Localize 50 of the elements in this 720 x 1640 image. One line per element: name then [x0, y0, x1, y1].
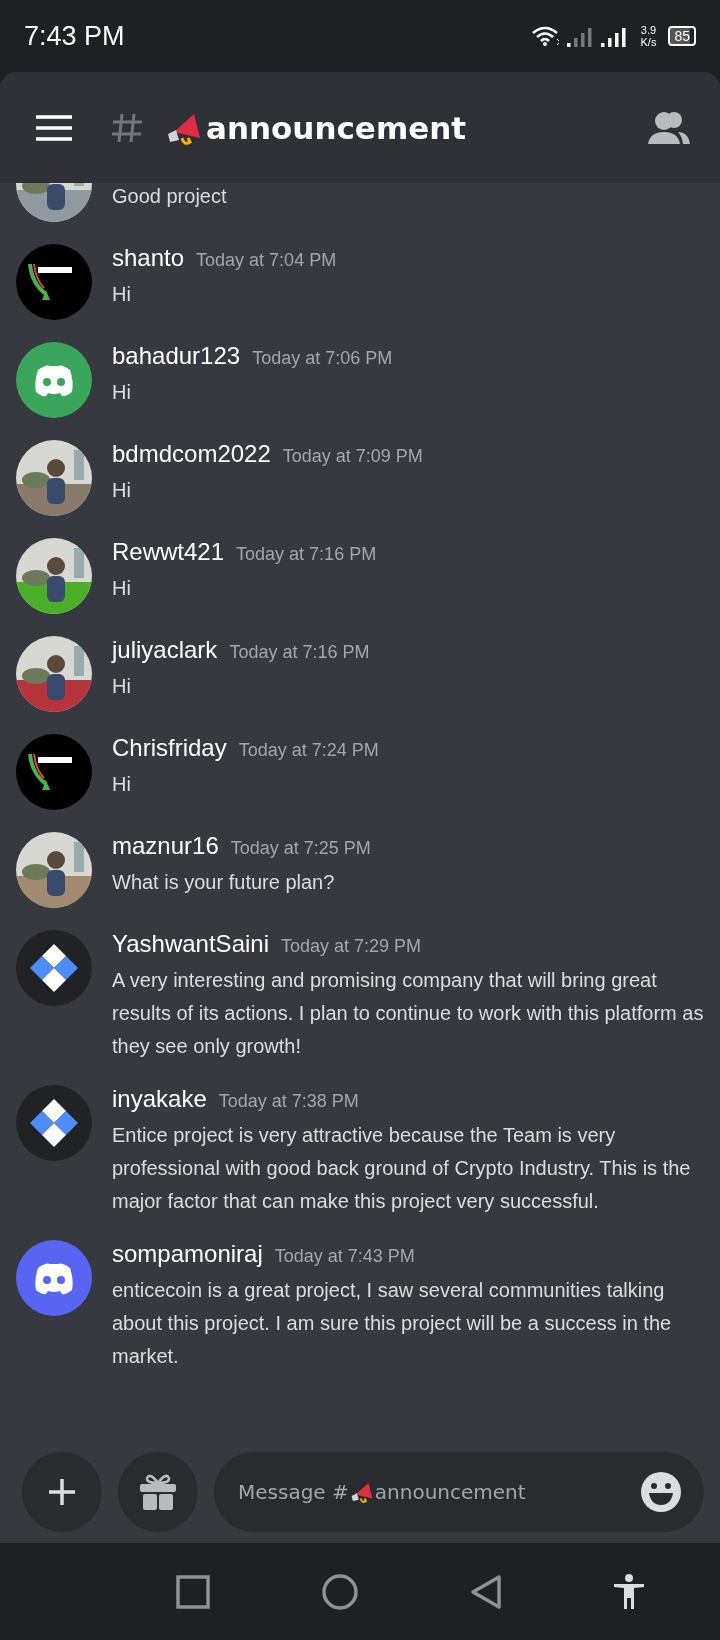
- message-text: Good project: [112, 184, 228, 209]
- username[interactable]: bahadur123: [112, 342, 241, 370]
- menu-button[interactable]: [36, 114, 72, 141]
- placeholder-text: announcement: [374, 1479, 527, 1504]
- clock: 7:43 PM: [24, 20, 126, 52]
- timestamp: Today at 7:25 PM: [230, 838, 371, 859]
- timestamp: Today at 7:43 PM: [274, 1246, 415, 1267]
- accessibility-button[interactable]: [612, 1573, 645, 1610]
- username[interactable]: inyakake: [112, 1085, 207, 1113]
- message-text: enticecoin is a great project, I saw several communities talking about this project. I am sure this project will be a success in the market.: [112, 1278, 673, 1369]
- message-text: Entice project is very attractive because the Team is very professional with good back ground of Crypto Industry. This is the major factor that can make this project very successful.: [112, 1123, 692, 1214]
- username[interactable]: sompamoniraj: [112, 1240, 263, 1268]
- timestamp: Today at 7:06 PM: [252, 348, 393, 369]
- message-text: A very interesting and promising company that will bring great results of its actions. I plan to continue to work with this platform as they see only growth!: [112, 968, 704, 1059]
- back-button[interactable]: [469, 1573, 502, 1610]
- timestamp: Today at 7:09 PM: [282, 446, 423, 467]
- network-speed: 3.9: [640, 24, 657, 36]
- username[interactable]: bdmdcom2022: [112, 440, 271, 468]
- speed-unit: K/s: [640, 36, 657, 48]
- wifi-icon: [530, 25, 561, 47]
- username[interactable]: juliyaclark: [112, 636, 218, 664]
- message-text: Hi: [112, 282, 132, 307]
- timestamp: Today at 7:29 PM: [281, 936, 422, 957]
- message-text: Hi: [112, 674, 132, 699]
- home-button[interactable]: [320, 1572, 359, 1611]
- timestamp: Today at 7:24 PM: [238, 740, 379, 761]
- message-text: Hi: [112, 478, 132, 503]
- username[interactable]: maznur16: [112, 832, 219, 860]
- timestamp: Today at 7:16 PM: [229, 642, 370, 663]
- timestamp: Today at 7:16 PM: [236, 544, 377, 565]
- username[interactable]: YashwantSaini: [112, 930, 269, 958]
- username[interactable]: Rewwt421: [112, 538, 225, 566]
- message-field[interactable]: Message # announcement: [214, 1451, 704, 1532]
- message-text: Hi: [112, 772, 132, 797]
- emoji-icon[interactable]: [640, 1470, 682, 1513]
- username[interactable]: Chrisfriday: [112, 734, 227, 762]
- channel-title: announcement: [206, 109, 468, 146]
- members-button[interactable]: [648, 109, 690, 146]
- message-text: Hi: [112, 576, 132, 601]
- message-text: Hi: [112, 380, 132, 405]
- signal-icon: [600, 25, 629, 47]
- timestamp: Today at 7:04 PM: [196, 250, 337, 271]
- message-text: What is your future plan?: [112, 870, 336, 895]
- username[interactable]: shanto: [112, 244, 185, 272]
- recents-button[interactable]: [175, 1574, 210, 1609]
- plus-icon: [47, 1476, 77, 1507]
- battery-indicator: 85: [668, 26, 696, 46]
- signal-icon: [566, 25, 595, 47]
- placeholder-text: Message #: [238, 1479, 349, 1504]
- timestamp: Today at 7:38 PM: [218, 1091, 359, 1112]
